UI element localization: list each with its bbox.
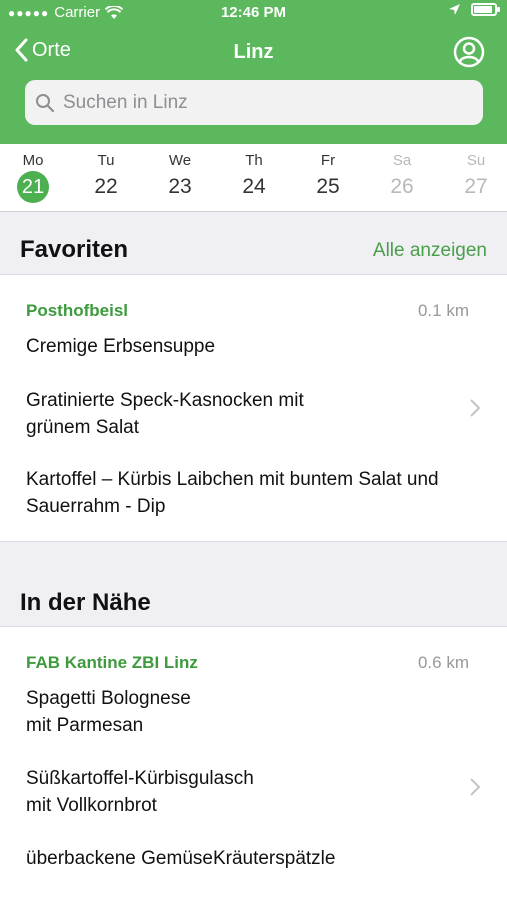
dish-item: überbackene GemüseKräuterspätzle bbox=[26, 848, 336, 869]
selected-date-circle: 21 bbox=[17, 171, 49, 203]
restaurant-distance: 0.6 km bbox=[417, 653, 469, 672]
battery-icon bbox=[471, 3, 500, 16]
day-name: Tu bbox=[97, 152, 115, 169]
day-tu[interactable]: Tu 22 bbox=[76, 144, 136, 212]
day-name: Mo bbox=[22, 152, 44, 169]
day-name: Su bbox=[466, 152, 486, 169]
day-date: 23 bbox=[168, 175, 192, 198]
day-th[interactable]: Th 24 bbox=[224, 144, 284, 212]
day-name: Th bbox=[245, 152, 263, 169]
search-icon bbox=[36, 93, 55, 112]
favorite-restaurant-card[interactable]: Posthofbeisl 0.1 km Cremige Erbsensuppe … bbox=[0, 274, 507, 542]
day-date: 25 bbox=[316, 175, 340, 198]
day-su: Su 27 bbox=[446, 144, 506, 212]
day-we[interactable]: We 23 bbox=[150, 144, 210, 212]
dish-item: Gratinierte Speck-Kasnocken mit grünem S… bbox=[26, 390, 304, 438]
chevron-right-icon bbox=[470, 399, 481, 417]
search-input[interactable] bbox=[63, 91, 463, 114]
favorites-header: Favoriten Alle anzeigen bbox=[0, 212, 507, 274]
day-mo[interactable]: Mo 21 bbox=[3, 144, 63, 212]
dish-item: Kartoffel – Kürbis Laibchen mit buntem S… bbox=[26, 469, 439, 517]
nearby-restaurant-card[interactable]: FAB Kantine ZBI Linz 0.6 km Spagetti Bol… bbox=[0, 626, 507, 900]
location-arrow-icon bbox=[449, 4, 460, 15]
battery-fill bbox=[474, 6, 492, 13]
header: ●●●●● Carrier 12:46 PM Orte Linz bbox=[0, 0, 507, 144]
day-name: Sa bbox=[392, 152, 412, 169]
chevron-right-icon bbox=[470, 778, 481, 796]
day-date: 27 bbox=[464, 175, 488, 198]
day-name: We bbox=[168, 152, 192, 169]
nav-bar: Orte Linz bbox=[0, 30, 507, 76]
day-date: 22 bbox=[94, 175, 118, 198]
profile-icon[interactable] bbox=[453, 36, 485, 68]
dish-item: Cremige Erbsensuppe bbox=[26, 336, 216, 357]
day-date: 24 bbox=[242, 175, 266, 198]
restaurant-distance: 0.1 km bbox=[417, 301, 469, 320]
search-bar[interactable] bbox=[25, 80, 483, 125]
nearby-title: In der Nähe bbox=[20, 589, 151, 616]
status-bar: ●●●●● Carrier 12:46 PM bbox=[0, 0, 507, 26]
day-sa: Sa 26 bbox=[372, 144, 432, 212]
restaurant-name: FAB Kantine ZBI Linz bbox=[26, 653, 198, 672]
dish-item: Spagetti Bolognese mit Parmesan bbox=[26, 688, 191, 736]
day-fr[interactable]: Fr 25 bbox=[298, 144, 358, 212]
restaurant-name: Posthofbeisl bbox=[26, 301, 129, 320]
day-date: 26 bbox=[390, 175, 414, 198]
nearby-header: In der Nähe bbox=[0, 565, 507, 627]
dish-item: Süßkartoffel-Kürbisgulasch mit Vollkornb… bbox=[26, 768, 254, 816]
day-name: Fr bbox=[320, 152, 336, 169]
status-time: 12:46 PM bbox=[220, 4, 287, 21]
show-all-link[interactable]: Alle anzeigen bbox=[373, 240, 487, 262]
day-picker: Mo 21 Tu 22 We 23 Th 24 Fr 25 Sa 26 Su 27 bbox=[0, 144, 507, 212]
page-title: Linz bbox=[233, 41, 274, 63]
favorites-title: Favoriten bbox=[20, 236, 129, 263]
